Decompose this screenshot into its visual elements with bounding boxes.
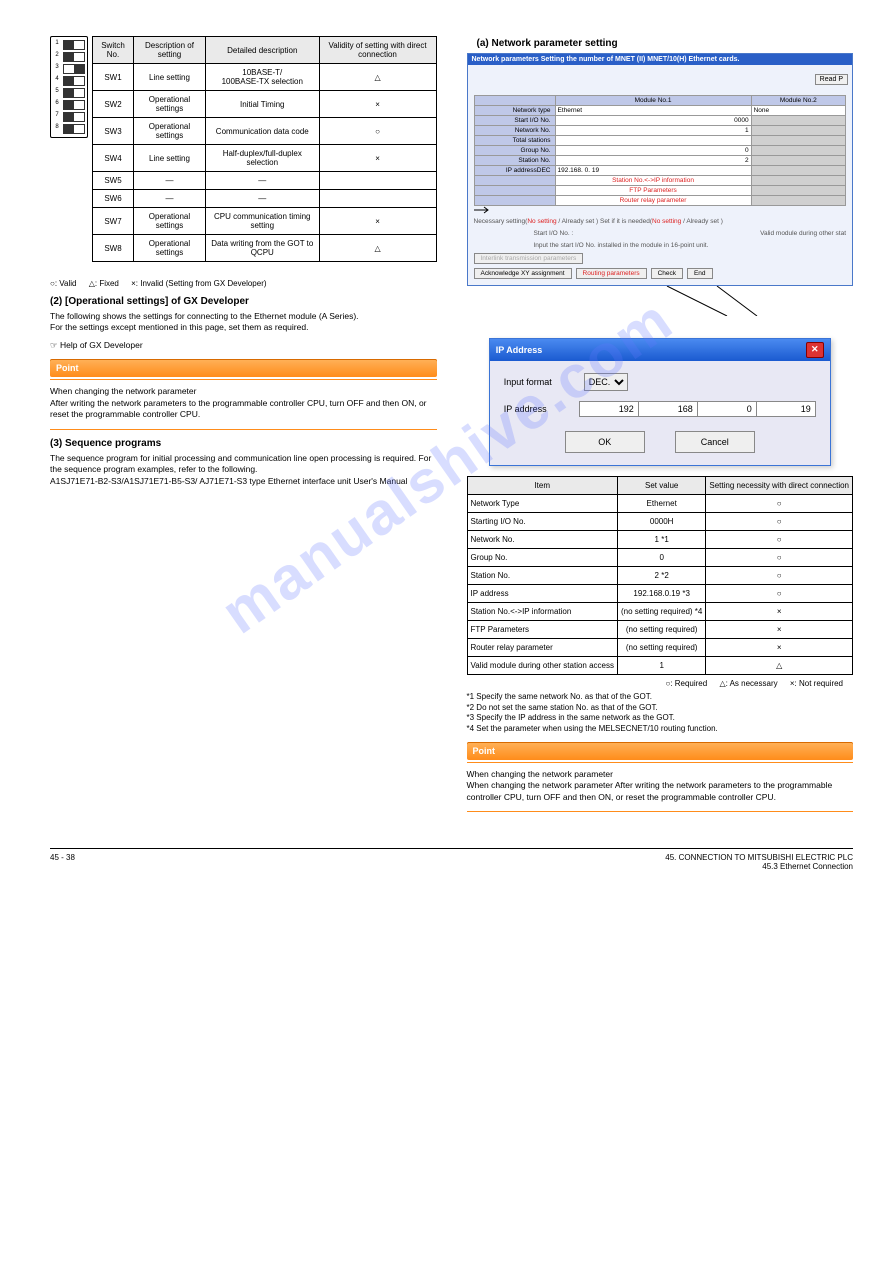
section2-heading: (2) [Operational settings] of GX Develop… (50, 296, 437, 307)
section2-body: The following shows the settings for con… (50, 311, 437, 334)
page-footer: 45 - 38 45. CONNECTION TO MITSUBISHI ELE… (50, 848, 853, 871)
screenshot-titlebar: Network parameters Setting the number of… (468, 54, 853, 65)
legend (50, 266, 437, 275)
th-desc: Description of setting (133, 37, 205, 64)
hint-row: Necessary setting(No setting / Already s… (474, 218, 847, 226)
switch-table-wrapper: 1 2 3 4 5 6 7 8 Switch No. Description o… (50, 36, 437, 262)
th-setvalue: Set value (617, 477, 705, 495)
table-row: Station No.2 (474, 156, 846, 166)
btn-interlink[interactable]: Interlink transmission parameters (474, 253, 584, 264)
cancel-button[interactable]: Cancel (675, 431, 755, 453)
table-row: SW1Line setting10BASE-T/ 100BASE-TX sele… (93, 64, 437, 91)
item-setvalue-table: Item Set value Setting necessity with di… (467, 476, 854, 675)
ip-octet-3[interactable] (698, 402, 757, 416)
table-row: IP address192.168.0.19 *3○ (467, 585, 853, 603)
ok-button[interactable]: OK (565, 431, 645, 453)
th-necessity: Setting necessity with direct connection (706, 477, 853, 495)
switch-settings-table: Switch No. Description of setting Detail… (92, 36, 437, 262)
table-row: SW3Operational settingsCommunication dat… (93, 118, 437, 145)
th-switchno: Switch No. (93, 37, 134, 64)
input-format-select[interactable]: DEC. (584, 373, 628, 391)
callout-arrow (467, 286, 854, 316)
section3-heading: (3) Sequence programs (50, 438, 437, 449)
ip-address-input[interactable] (579, 401, 816, 417)
th-item: Item (467, 477, 617, 495)
point-banner-1: Point (50, 359, 437, 377)
table-row: SW4Line settingHalf-duplex/full-duplex s… (93, 145, 437, 172)
btn-check[interactable]: Check (651, 268, 683, 279)
footer-section: 45. CONNECTION TO MITSUBISHI ELECTRIC PL… (665, 853, 853, 871)
table-row: IP addressDEC192.168. 0. 19 (474, 166, 846, 176)
table-row: Router relay parameter(no setting requir… (467, 639, 853, 657)
dip-switch-diagram: 1 2 3 4 5 6 7 8 (50, 36, 88, 138)
table-row: Network typeEthernetNone (474, 106, 846, 116)
ip-dialog-title: IP Address (496, 345, 543, 355)
legend-2: ○: Required △: As necessary ×: Not requi… (467, 679, 854, 688)
table-row: Group No.0 (474, 146, 846, 156)
params-table: Module No.1 Module No.2 Network typeEthe… (474, 95, 847, 206)
table-row: Station No.2 *2○ (467, 567, 853, 585)
table-row: Start I/O No.0000 (474, 116, 846, 126)
table-row: SW8Operational settingsData writing from… (93, 235, 437, 262)
table-row: SW6—— (93, 190, 437, 208)
heading-a: (a) Network parameter setting (477, 38, 854, 49)
btn-ackxy[interactable]: Acknowledge XY assignment (474, 268, 572, 279)
table-row: Group No.0○ (467, 549, 853, 567)
ip-octet-4[interactable] (757, 402, 815, 416)
pink-row-2[interactable]: Router relay parameter (555, 196, 751, 206)
ip-octet-1[interactable] (580, 402, 639, 416)
table-row: Network TypeEthernet○ (467, 495, 853, 513)
close-icon[interactable]: ✕ (806, 342, 824, 358)
pink-row-1[interactable]: FTP Parameters (555, 186, 751, 196)
table-row: Network No.1 (474, 126, 846, 136)
table-row: SW2Operational settingsInitial Timing× (93, 91, 437, 118)
pink-row-0[interactable]: Station No.<->IP information (555, 176, 751, 186)
module1-header: Module No.1 (555, 96, 751, 106)
gx-developer-screenshot: Network parameters Setting the number of… (467, 53, 854, 286)
footnotes: *1 Specify the same network No. as that … (467, 692, 854, 734)
legend-1: ○: Valid △: Fixed ×: Invalid (Setting fr… (50, 279, 437, 288)
btn-routing[interactable]: Routing parameters (576, 268, 647, 279)
th-validity: Validity of setting with direct connecti… (319, 37, 436, 64)
section3-body: The sequence program for initial process… (50, 453, 437, 487)
table-row: Valid module during other station access… (467, 657, 853, 675)
section2-ref: ☞ Help of GX Developer (50, 340, 437, 351)
btn-end[interactable]: End (687, 268, 713, 279)
table-row: Network No.1 *1○ (467, 531, 853, 549)
point-text-1: When changing the network parameter Afte… (50, 386, 437, 420)
point-text-2: When changing the network parameter When… (467, 769, 854, 803)
table-row: FTP Parameters(no setting required)× (467, 621, 853, 639)
ip-address-dialog: IP Address ✕ Input format DEC. IP addres… (489, 338, 831, 466)
table-row: SW7Operational settingsCPU communication… (93, 208, 437, 235)
table-row: Total stations (474, 136, 846, 146)
ip-octet-2[interactable] (639, 402, 698, 416)
table-row: Station No.<->IP information(no setting … (467, 603, 853, 621)
th-detail: Detailed description (205, 37, 319, 64)
point-banner-2: Point (467, 742, 854, 760)
table-row: Starting I/O No.0000H○ (467, 513, 853, 531)
ip-address-label: IP address (504, 404, 579, 414)
module2-header: Module No.2 (751, 96, 845, 106)
input-format-label: Input format (504, 377, 584, 387)
table-row: SW5—— (93, 172, 437, 190)
footer-page-number: 45 - 38 (50, 853, 75, 871)
